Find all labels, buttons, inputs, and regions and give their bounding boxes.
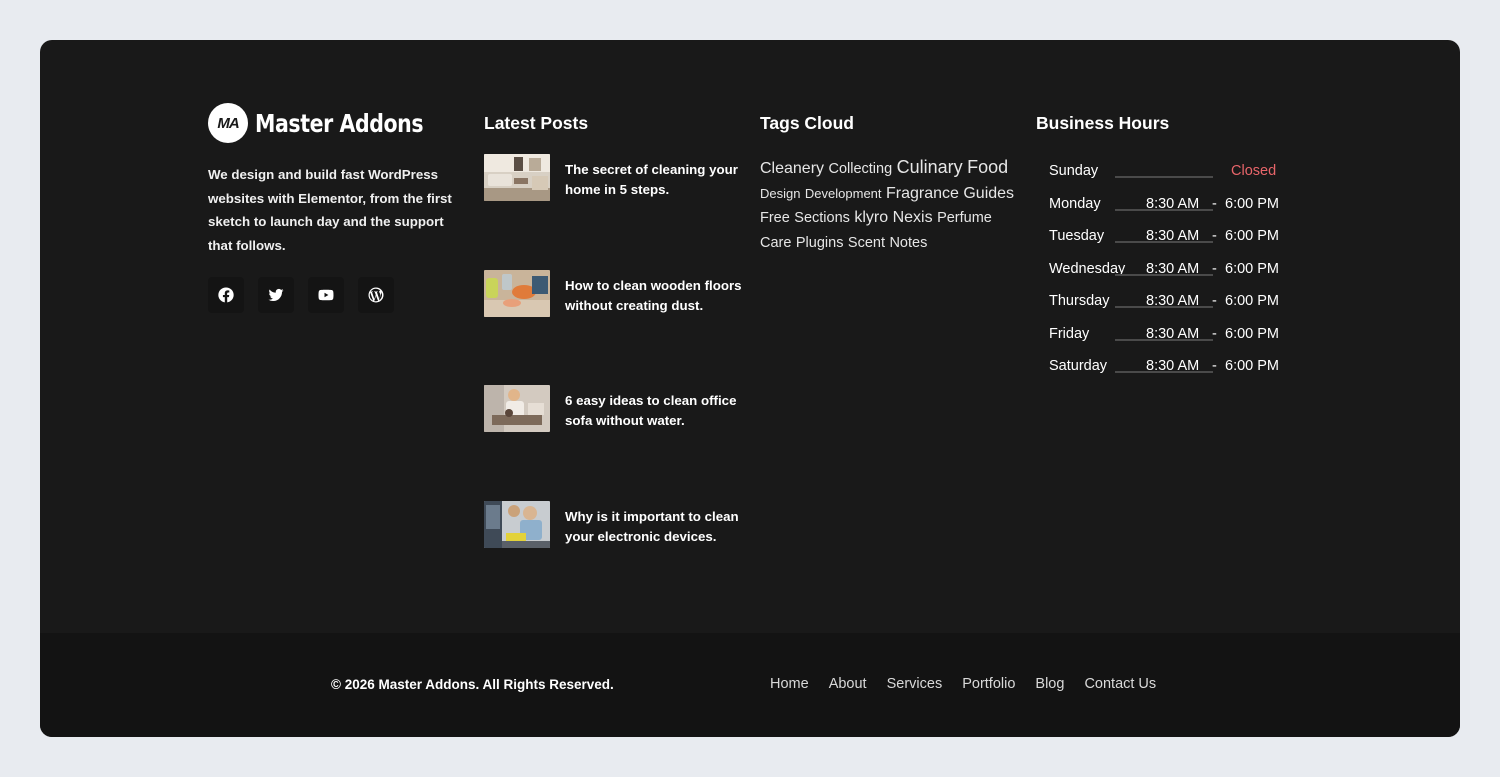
close-time: 6:00 PM: [1225, 228, 1279, 245]
hours-row-monday: Monday 8:30 AM - 6:00 PM: [1049, 188, 1312, 221]
twitter-icon: [268, 288, 284, 302]
hours-row-sunday: Sunday Closed: [1049, 155, 1312, 188]
tag-link[interactable]: Notes: [889, 235, 927, 251]
closed-label: Closed: [1231, 163, 1277, 180]
latest-posts-title: Latest Posts: [484, 113, 589, 133]
open-time: 8:30 AM: [1146, 293, 1200, 310]
tag-link[interactable]: Cleanery: [760, 160, 824, 177]
brand-description: We design and build fast WordPress websi…: [208, 167, 452, 253]
open-time: 8:30 AM: [1146, 358, 1200, 375]
time-separator: -: [1212, 325, 1217, 342]
post-title[interactable]: 6 easy ideas to clean office sofa withou…: [565, 391, 745, 501]
close-time: 6:00 PM: [1225, 195, 1279, 212]
footer-nav-about[interactable]: About: [829, 676, 867, 692]
business-hours-column: Business Hours Sunday Closed Monday 8:30…: [1036, 102, 1312, 622]
logo[interactable]: MA Master Addons: [208, 102, 484, 144]
youtube-icon: [318, 289, 334, 301]
hours-row-tuesday: Tuesday 8:30 AM - 6:00 PM: [1049, 220, 1312, 253]
wordpress-link[interactable]: [358, 277, 394, 313]
footer-nav-contact[interactable]: Contact Us: [1084, 676, 1156, 692]
youtube-link[interactable]: [308, 277, 344, 313]
time-separator: -: [1212, 260, 1217, 277]
post-item[interactable]: The secret of cleaning your home in 5 st…: [484, 154, 760, 270]
social-links: [208, 277, 484, 313]
brand-column: MA Master Addons We design and build fas…: [208, 102, 484, 622]
time-separator: -: [1212, 228, 1217, 245]
business-hours-title: Business Hours: [1036, 113, 1170, 133]
logo-text: Master Addons: [255, 108, 424, 138]
tag-link[interactable]: Design: [760, 186, 800, 201]
floor-cleaning-image: [484, 269, 550, 317]
footer-nav: Home About Services Portfolio Blog Conta…: [770, 676, 1156, 692]
close-time: 6:00 PM: [1225, 293, 1279, 310]
tag-link[interactable]: Development: [805, 186, 882, 201]
close-time: 6:00 PM: [1225, 325, 1279, 342]
wordpress-icon: [368, 287, 384, 303]
tag-link[interactable]: Guides: [963, 185, 1014, 202]
tag-link[interactable]: Scent: [848, 235, 885, 251]
footer-nav-portfolio[interactable]: Portfolio: [962, 676, 1015, 692]
footer-bottom-bar: © 2026 Master Addons. All Rights Reserve…: [40, 633, 1460, 737]
hours-row-friday: Friday 8:30 AM - 6:00 PM: [1049, 318, 1312, 351]
hours-row-wednesday: Wednesday 8:30 AM - 6:00 PM: [1049, 253, 1312, 286]
office-sofa-image: [484, 385, 550, 432]
tags-cloud-column: Tags Cloud Cleanery Collecting Culinary …: [760, 102, 1036, 622]
facebook-icon: [218, 287, 234, 303]
post-item[interactable]: 6 easy ideas to clean office sofa withou…: [484, 385, 760, 501]
time-separator: -: [1212, 358, 1217, 375]
open-time: 8:30 AM: [1146, 260, 1200, 277]
tag-link[interactable]: Plugins: [796, 235, 844, 251]
post-thumbnail-living-room[interactable]: [484, 154, 550, 201]
copyright-text: © 2026 Master Addons. All Rights Reserve…: [331, 677, 614, 692]
tag-link[interactable]: klyro: [854, 209, 888, 226]
tag-link[interactable]: Care: [760, 235, 791, 251]
tag-link[interactable]: Food: [967, 157, 1008, 177]
twitter-link[interactable]: [258, 277, 294, 313]
tag-link[interactable]: Free: [760, 210, 790, 226]
facebook-link[interactable]: [208, 277, 244, 313]
footer-widgets: MA Master Addons We design and build fas…: [208, 102, 1293, 622]
tag-link[interactable]: Culinary: [897, 157, 963, 177]
post-title[interactable]: Why is it important to clean your electr…: [565, 507, 745, 617]
tag-link[interactable]: Collecting: [828, 161, 892, 177]
post-title[interactable]: The secret of cleaning your home in 5 st…: [565, 160, 745, 270]
open-time: 8:30 AM: [1146, 325, 1200, 342]
footer-nav-blog[interactable]: Blog: [1035, 676, 1064, 692]
open-time: 8:30 AM: [1146, 228, 1200, 245]
hours-table: Sunday Closed Monday 8:30 AM - 6:00 PM T…: [1036, 155, 1312, 383]
posts-list: The secret of cleaning your home in 5 st…: [484, 154, 760, 616]
close-time: 6:00 PM: [1225, 358, 1279, 375]
post-thumbnail-electronics[interactable]: [484, 500, 550, 548]
tags-cloud: Cleanery Collecting Culinary Food Design…: [760, 155, 1022, 255]
time-separator: -: [1212, 195, 1217, 212]
logo-mark-icon: MA: [208, 103, 248, 143]
time-separator: -: [1212, 293, 1217, 310]
latest-posts-column: Latest Posts The secret of cleaning your…: [484, 102, 760, 622]
footer-nav-services[interactable]: Services: [887, 676, 943, 692]
post-item[interactable]: Why is it important to clean your electr…: [484, 500, 760, 617]
site-footer: MA Master Addons We design and build fas…: [40, 40, 1460, 737]
post-thumbnail-floor-cleaning[interactable]: [484, 269, 550, 317]
tag-link[interactable]: Nexis: [893, 209, 933, 226]
hours-leader-line: [1115, 176, 1213, 178]
tags-cloud-title: Tags Cloud: [760, 113, 854, 133]
living-room-image: [484, 154, 550, 201]
post-item[interactable]: How to clean wooden floors without creat…: [484, 269, 760, 386]
tag-link[interactable]: Perfume: [937, 210, 992, 226]
hours-row-thursday: Thursday 8:30 AM - 6:00 PM: [1049, 285, 1312, 318]
tag-link[interactable]: Sections: [794, 210, 850, 226]
tag-link[interactable]: Fragrance: [886, 185, 959, 202]
hours-row-saturday: Saturday 8:30 AM - 6:00 PM: [1049, 350, 1312, 383]
close-time: 6:00 PM: [1225, 260, 1279, 277]
post-thumbnail-office-sofa[interactable]: [484, 385, 550, 432]
post-title[interactable]: How to clean wooden floors without creat…: [565, 276, 745, 386]
footer-nav-home[interactable]: Home: [770, 676, 809, 692]
open-time: 8:30 AM: [1146, 195, 1200, 212]
electronics-cleaning-image: [484, 500, 550, 548]
